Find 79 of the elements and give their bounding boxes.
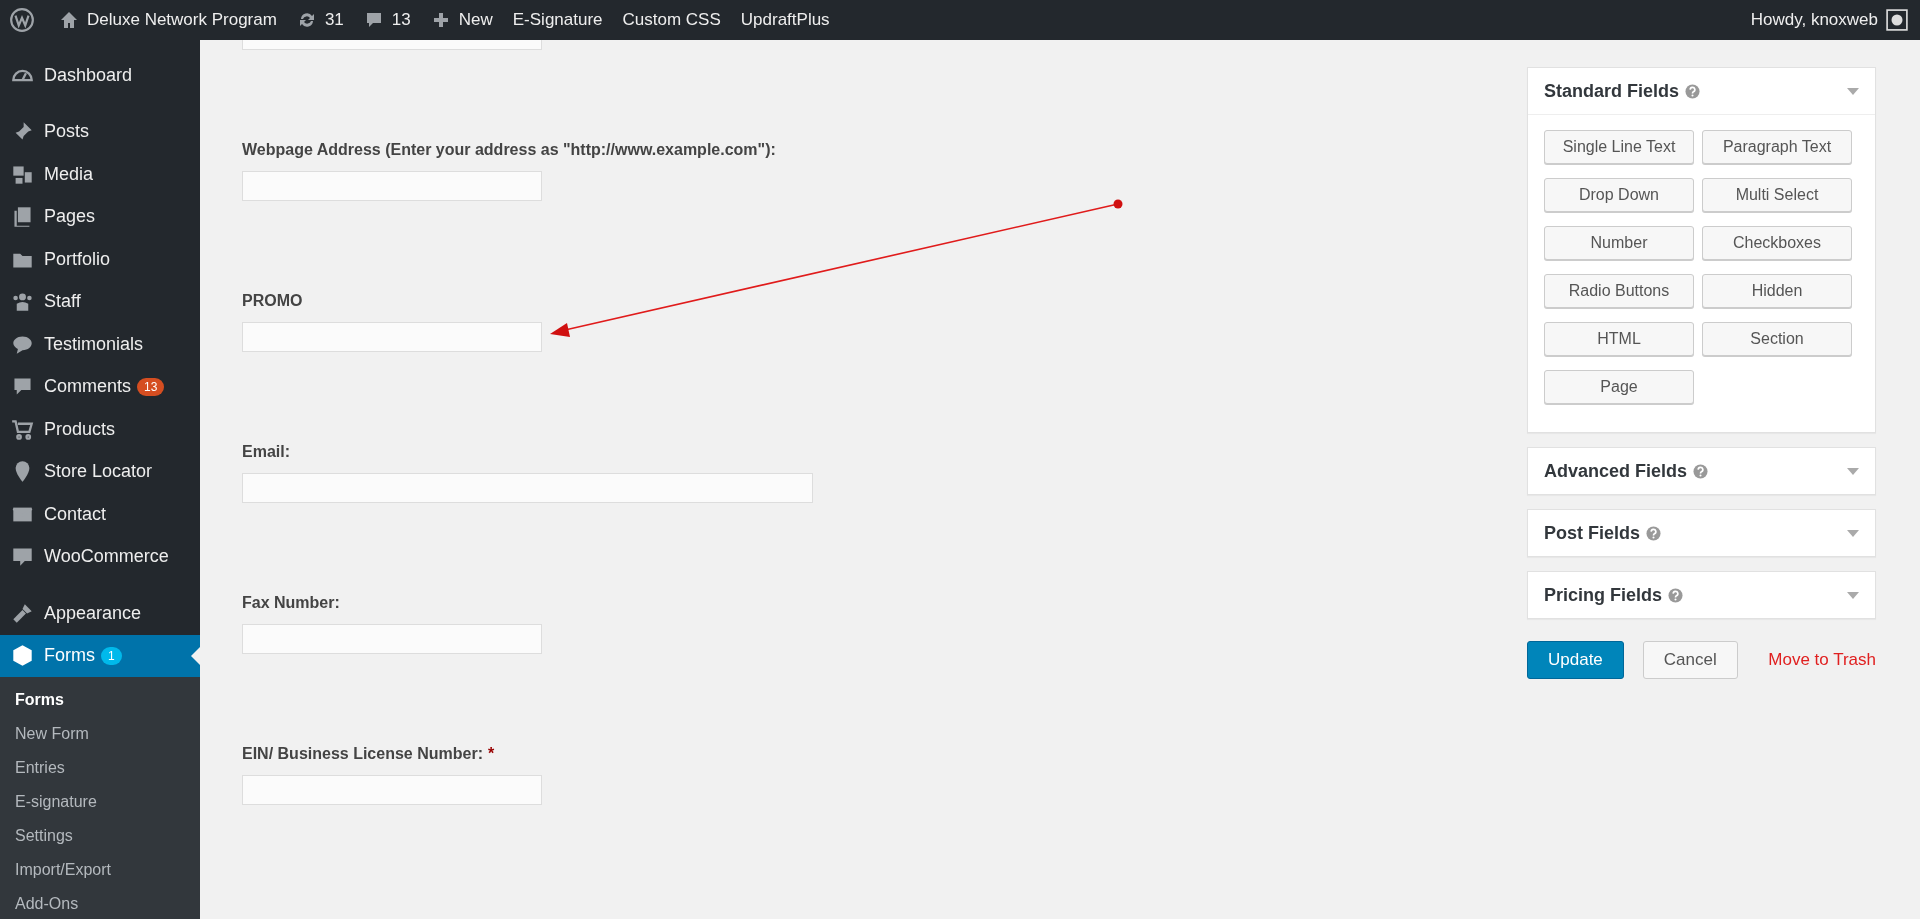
help-icon[interactable] — [1685, 83, 1701, 99]
logo-icon[interactable] — [9, 7, 35, 33]
field-type-button[interactable]: Single Line Text — [1544, 130, 1694, 164]
submenu-item[interactable]: New Form — [0, 717, 200, 751]
help-icon[interactable] — [1668, 587, 1684, 603]
submenu-item[interactable]: Import/Export — [0, 853, 200, 887]
caret-icon — [1847, 591, 1859, 599]
text-input[interactable] — [242, 624, 542, 654]
field-type-button[interactable]: Checkboxes — [1702, 226, 1852, 260]
panel-title: Advanced Fields — [1544, 460, 1688, 482]
caret-icon — [1847, 87, 1859, 95]
account-link[interactable]: Howdy, knoxweb — [1740, 10, 1886, 30]
menu-item[interactable]: Staff — [0, 280, 200, 323]
toolbar-link[interactable]: Deluxe Network Program — [49, 10, 287, 30]
panel-header[interactable]: Advanced Fields — [1528, 448, 1875, 494]
field-type-button[interactable]: Section — [1702, 322, 1852, 356]
text-input[interactable] — [242, 775, 542, 805]
help-icon[interactable] — [1693, 463, 1709, 479]
field-type-button[interactable]: Page — [1544, 370, 1694, 404]
menu-item[interactable]: Media — [0, 153, 200, 196]
field-type-button[interactable]: Radio Buttons — [1544, 274, 1694, 308]
home-icon — [59, 10, 79, 30]
toolbar-link[interactable]: UpdraftPlus — [730, 10, 840, 30]
field-label: EIN/ Business License Number: * — [242, 744, 495, 764]
forms-icon — [11, 644, 34, 668]
pages-icon — [11, 205, 34, 229]
trash-link[interactable]: Move to Trash — [1768, 650, 1876, 670]
menu-item[interactable]: Posts — [0, 110, 200, 153]
field-type-button[interactable]: Hidden — [1702, 274, 1852, 308]
panel-header[interactable]: Post Fields — [1528, 510, 1875, 556]
field-label: Webpage Address (Enter your address as "http://www.example.com"): — [242, 140, 776, 160]
help-icon[interactable] — [1646, 525, 1662, 541]
text-input[interactable] — [242, 171, 542, 201]
toolbar-link[interactable]: 31 — [286, 10, 354, 30]
field-type-button[interactable]: Multi Select — [1702, 178, 1852, 212]
cancel-button[interactable]: Cancel — [1642, 641, 1738, 679]
submenu-item[interactable]: Settings — [0, 819, 200, 853]
panel-title: Pricing Fields — [1544, 584, 1663, 606]
field-type-button[interactable]: Drop Down — [1544, 178, 1694, 212]
panel-header[interactable]: Standard Fields — [1528, 68, 1875, 115]
menu-item[interactable]: Products — [0, 408, 200, 451]
submenu-item[interactable]: E-signature — [0, 785, 200, 819]
current-pointer-icon — [191, 646, 200, 665]
text-input[interactable] — [242, 322, 542, 352]
avatar-icon[interactable] — [1886, 9, 1908, 31]
toolbar-link[interactable]: Custom CSS — [612, 10, 731, 30]
caret-icon — [1847, 467, 1859, 475]
field-label: PROMO — [242, 291, 303, 311]
toolbar-link[interactable]: New — [420, 10, 503, 30]
menu-item[interactable]: Testimonials — [0, 323, 200, 366]
toolbar-link[interactable]: E-Signature — [502, 10, 613, 30]
menu-item[interactable]: Portfolio — [0, 238, 200, 281]
menu-item[interactable]: Dashboard — [0, 54, 200, 97]
submenu-item[interactable]: Forms — [0, 683, 200, 717]
panel-title: Post Fields — [1544, 522, 1641, 544]
panel-title: Standard Fields — [1544, 80, 1680, 102]
field-type-button[interactable]: Number — [1544, 226, 1694, 260]
toolbar-link[interactable]: 13 — [353, 10, 421, 30]
field-label: Fax Number: — [242, 593, 340, 613]
menu-item[interactable]: WooCommerce — [0, 535, 200, 578]
count-badge: 1 — [101, 646, 122, 665]
menu-item[interactable]: Pages — [0, 195, 200, 238]
count-badge: 13 — [137, 377, 165, 396]
text-input[interactable] — [242, 473, 813, 503]
caret-icon — [1847, 529, 1859, 537]
field-type-button[interactable]: Paragraph Text — [1702, 130, 1852, 164]
update-button[interactable]: Update — [1527, 641, 1624, 679]
field-label: Email: — [242, 442, 290, 462]
panel-header[interactable]: Pricing Fields — [1528, 572, 1875, 618]
menu-item[interactable]: Contact — [0, 493, 200, 536]
products-icon — [11, 417, 34, 441]
field-type-button[interactable]: HTML — [1544, 322, 1694, 356]
menu-item[interactable]: Appearance — [0, 592, 200, 635]
menu-item[interactable]: Forms 1 — [0, 634, 200, 677]
menu-item[interactable]: Comments 13 — [0, 365, 200, 408]
menu-item[interactable]: Store Locator — [0, 450, 200, 493]
submenu-item[interactable]: Entries — [0, 751, 200, 785]
staff-icon — [11, 290, 34, 314]
submenu-item[interactable]: Add-Ons — [0, 887, 200, 919]
